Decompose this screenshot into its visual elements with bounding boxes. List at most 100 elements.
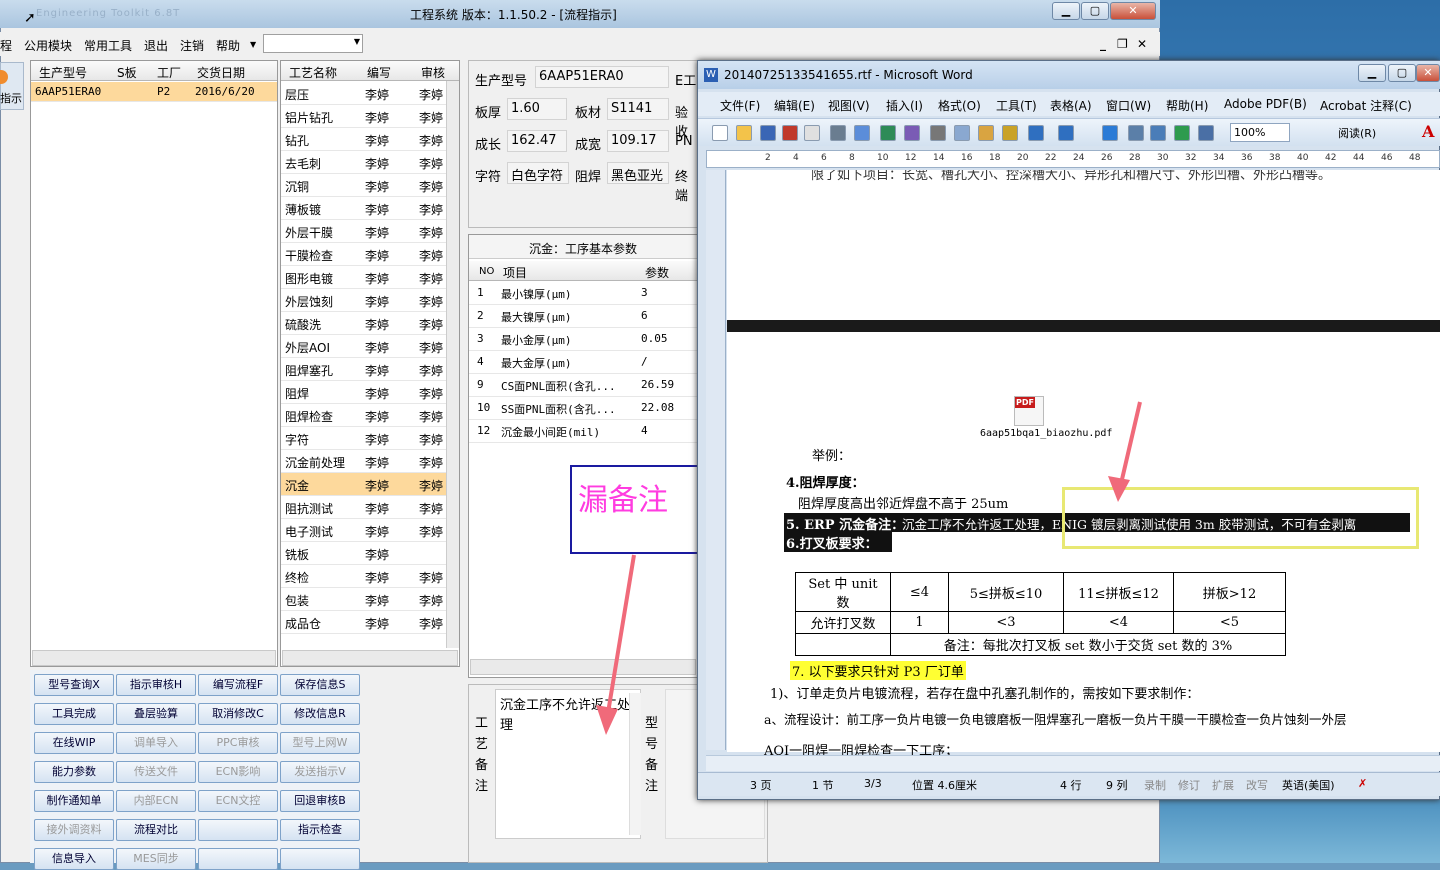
action-button[interactable]: 型号查询X — [34, 674, 114, 696]
maximize-button[interactable]: ▢ — [1081, 2, 1109, 20]
model-field[interactable]: 6AAP51ERA0 — [535, 66, 669, 88]
table-row[interactable]: 3 最小金厚(μm) 0.05 — [469, 328, 697, 351]
format-painter-icon[interactable] — [1002, 125, 1018, 141]
table-row[interactable]: 外层蚀刻 李婷 李婷 — [281, 289, 446, 312]
email-icon[interactable] — [804, 125, 820, 141]
action-button[interactable]: 能力参数 — [34, 761, 114, 783]
action-button[interactable]: 调单导入 — [116, 732, 196, 754]
save-icon[interactable] — [760, 125, 776, 141]
table-row[interactable]: 10 SS面PNL面积(含孔... 22.08 — [469, 397, 697, 420]
spell-icon[interactable] — [880, 125, 896, 141]
length-field[interactable]: 162.47 — [507, 130, 567, 152]
word-menu-format[interactable]: 格式(O) — [938, 97, 981, 114]
word-menu-window[interactable]: 窗口(W) — [1106, 97, 1151, 114]
char-field[interactable]: 白色字符 — [507, 162, 569, 184]
mdi-close-button[interactable]: ✕ — [1137, 37, 1147, 51]
action-button[interactable]: PPC审核 — [198, 732, 278, 754]
width-field[interactable]: 109.17 — [607, 130, 669, 152]
col-item[interactable]: 项目 — [503, 264, 527, 281]
new-icon[interactable] — [712, 125, 728, 141]
word-menu-edit[interactable]: 编辑(E) — [774, 97, 815, 114]
action-button[interactable]: 取消修改C — [198, 703, 278, 725]
col-param[interactable]: 参数 — [645, 264, 669, 281]
table-row[interactable]: 沉金 李婷 李婷 — [281, 473, 446, 496]
action-button[interactable]: 制作通知单 — [34, 790, 114, 812]
mdi-restore-button[interactable]: ❐ — [1117, 37, 1128, 51]
action-button[interactable]: 流程对比 — [116, 819, 196, 841]
paste-icon[interactable] — [978, 125, 994, 141]
research-icon[interactable] — [904, 125, 920, 141]
col-writer[interactable]: 编写 — [367, 64, 391, 81]
mask-field[interactable]: 黑色亚光 — [607, 162, 669, 184]
read-mode-button[interactable]: 阅读(R) — [1338, 125, 1376, 141]
col-reviewer[interactable]: 审核 — [421, 64, 445, 81]
action-button[interactable]: 回退审核B — [280, 790, 360, 812]
table-row[interactable]: 沉金前处理 李婷 李婷 — [281, 450, 446, 473]
table-row[interactable]: 外层AOI 李婷 李婷 — [281, 335, 446, 358]
word-menu-table[interactable]: 表格(A) — [1050, 97, 1092, 114]
word-title-bar[interactable]: W 20140725133541655.rtf - Microsoft Word… — [698, 61, 1440, 89]
table-row[interactable]: 钻孔 李婷 李婷 — [281, 128, 446, 151]
redo-icon[interactable] — [1058, 125, 1074, 141]
cut-icon[interactable] — [930, 125, 946, 141]
action-button[interactable]: 接外调资料 — [34, 819, 114, 841]
material-field[interactable]: S1141 — [607, 98, 669, 120]
word-menu-tools[interactable]: 工具(T) — [996, 97, 1037, 114]
action-button[interactable]: 在线WIP — [34, 732, 114, 754]
word-menu-insert[interactable]: 插入(I) — [886, 97, 923, 114]
action-button[interactable]: 指示审核H — [116, 674, 196, 696]
table-row[interactable]: 铣板 李婷 — [281, 542, 446, 565]
word-maximize-button[interactable]: ▢ — [1388, 64, 1416, 82]
table-row[interactable]: 4 最大金厚(μm) / — [469, 351, 697, 374]
pdf-file-icon[interactable]: PDF — [1014, 396, 1044, 426]
table-row[interactable]: 去毛刺 李婷 李婷 — [281, 151, 446, 174]
col-no[interactable]: NO — [479, 266, 494, 277]
thickness-field[interactable]: 1.60 — [507, 98, 567, 120]
undo-icon[interactable] — [1028, 125, 1044, 141]
help-dropdown-icon[interactable]: ▼ — [250, 40, 256, 49]
word-close-button[interactable]: ✕ — [1416, 64, 1440, 82]
action-button[interactable] — [198, 848, 278, 870]
close-button[interactable]: ✕ — [1110, 2, 1156, 20]
table-row[interactable]: 字符 李婷 李婷 — [281, 427, 446, 450]
table-row[interactable]: 层压 李婷 李婷 — [281, 82, 446, 105]
action-button[interactable]: 传送文件 — [116, 761, 196, 783]
table-row[interactable]: 薄板镀 李婷 李婷 — [281, 197, 446, 220]
drawing-icon[interactable] — [1198, 125, 1214, 141]
menu-item-public[interactable]: 公用模块 — [24, 37, 72, 54]
action-button[interactable]: 保存信息S — [280, 674, 360, 696]
action-button[interactable]: 指示检查 — [280, 819, 360, 841]
preview-icon[interactable] — [854, 125, 870, 141]
word-menu-adobe-pdf[interactable]: Adobe PDF(B) — [1224, 97, 1307, 111]
table-row[interactable]: 6AAP51ERA0 P2 2016/6/20 — [31, 82, 277, 102]
status-track[interactable]: 修订 — [1178, 777, 1200, 793]
toolbar-combo[interactable]: ▼ — [263, 34, 363, 53]
menu-item-logout[interactable]: 注销 — [180, 37, 204, 54]
table-row[interactable]: 干膜检查 李婷 李婷 — [281, 243, 446, 266]
col-sboard[interactable]: S板 — [117, 64, 137, 81]
process-grid-vscrollbar[interactable] — [446, 81, 459, 648]
word-menu-view[interactable]: 视图(V) — [828, 97, 870, 114]
table-row[interactable]: 成品仓 李婷 李婷 — [281, 611, 446, 634]
action-button[interactable]: 修改信息R — [280, 703, 360, 725]
action-button[interactable]: 发送指示V — [280, 761, 360, 783]
table-row[interactable]: 包装 李婷 李婷 — [281, 588, 446, 611]
col-delivery[interactable]: 交货日期 — [197, 64, 245, 81]
mdi-minimize-button[interactable]: _ — [1100, 37, 1106, 51]
word-minimize-button[interactable]: ▁ — [1358, 64, 1386, 82]
action-button[interactable]: ECN影响 — [198, 761, 278, 783]
table-row[interactable]: 电子测试 李婷 李婷 — [281, 519, 446, 542]
action-button[interactable]: 型号上网W — [280, 732, 360, 754]
process-grid-hscrollbar[interactable] — [282, 650, 458, 666]
menu-item-process[interactable]: 程 — [0, 37, 12, 54]
table-row[interactable]: 阻焊 李婷 李婷 — [281, 381, 446, 404]
col-model[interactable]: 生产型号 — [39, 64, 87, 81]
excel-icon[interactable] — [1174, 125, 1190, 141]
action-button[interactable]: ECN文控 — [198, 790, 278, 812]
table-row[interactable]: 终检 李婷 李婷 — [281, 565, 446, 588]
word-hscrollbar[interactable] — [706, 755, 1440, 771]
col-factory[interactable]: 工厂 — [157, 64, 181, 81]
table-row[interactable]: 铝片钻孔 李婷 李婷 — [281, 105, 446, 128]
menu-item-tools[interactable]: 常用工具 — [84, 37, 132, 54]
table-row[interactable]: 9 CS面PNL面积(含孔... 26.59 — [469, 374, 697, 397]
